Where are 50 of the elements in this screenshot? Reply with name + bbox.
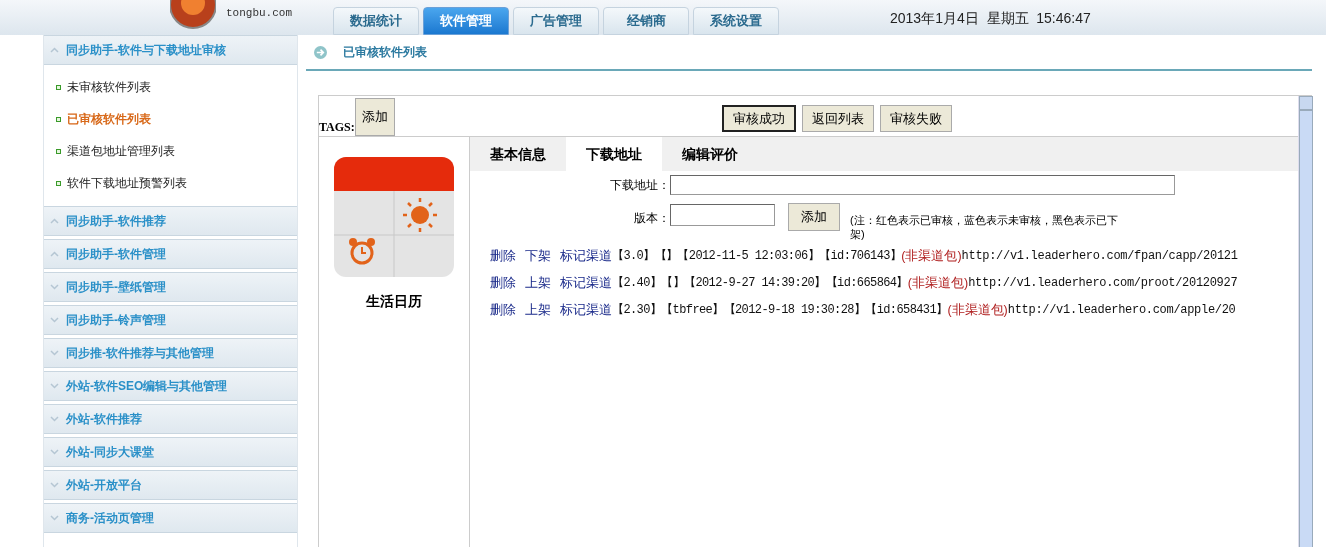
download-url: http://v1.leaderhero.com/proot/20120927 — [968, 275, 1238, 293]
download-url-field[interactable] — [670, 175, 1175, 195]
mark-channel-link[interactable]: 标记渠道 — [560, 247, 612, 266]
scroll-up-button[interactable] — [1298, 96, 1313, 110]
field-label: 版本： — [633, 210, 670, 227]
nav-tab[interactable]: 数据统计 — [333, 7, 419, 35]
bullet-icon — [56, 148, 61, 154]
toggle-link[interactable]: 上架 — [525, 273, 551, 293]
sidebar-link[interactable]: 渠道包地址管理列表 — [44, 135, 297, 167]
sidebar-link[interactable]: 软件下载地址预警列表 — [44, 167, 297, 199]
toggle-link[interactable]: 下架 — [525, 247, 551, 266]
note-text: (注：红色表示已审核，蓝色表示未审核，黑色表示已下架) — [850, 213, 1119, 241]
field-label: 下载地址： — [609, 177, 670, 194]
download-url: http://v1.leaderhero.com/fpan/capp/20121 — [961, 248, 1238, 266]
datetime: 2013年1月4日 星期五 15:46:47 — [890, 9, 1091, 28]
detail-tab[interactable]: 下载地址 — [566, 137, 662, 171]
delete-link[interactable]: 删除 — [490, 273, 516, 293]
delete-link[interactable]: 删除 — [490, 300, 516, 320]
version-field[interactable] — [670, 204, 775, 226]
download-url: http://v1.leaderhero.com/apple/20 — [1007, 301, 1236, 319]
channel-label: (非渠道包) — [901, 248, 962, 265]
delete-link[interactable]: 删除 — [490, 247, 516, 266]
app-name: 生活日历 — [366, 292, 422, 311]
channel-label: (非渠道包) — [907, 274, 969, 292]
channel-label: (非渠道包) — [947, 301, 1008, 319]
bullet-icon — [56, 180, 61, 186]
action-button[interactable]: 返回列表 — [801, 105, 874, 132]
sidebar-link[interactable]: 未审核软件列表 — [44, 71, 297, 103]
mark-channel-link[interactable]: 标记渠道 — [560, 273, 612, 293]
tags-label: TAGS: — [319, 119, 355, 136]
download-info: 【2.30】【tbfree】【2012-9-18 19:30:28】【id:658431】 — [612, 301, 948, 319]
nav-tab[interactable]: 广告管理 — [513, 7, 599, 35]
bullet-icon — [56, 116, 61, 122]
arrow-icon — [314, 45, 327, 59]
nav-tab[interactable]: 经销商 — [603, 7, 689, 35]
mark-channel-link[interactable]: 标记渠道 — [560, 300, 612, 320]
calendar-app-icon — [334, 157, 454, 277]
logo-icon — [170, 0, 216, 30]
sidebar-link[interactable]: 已审核软件列表 — [44, 103, 297, 135]
page-title: 已审核软件列表 — [343, 44, 427, 61]
download-info: 【3.0】【】【2012-11-5 12:03:06】【id:706143】 — [612, 248, 902, 266]
add-button[interactable]: 添加 — [788, 203, 840, 231]
download-info: 【2.40】【】【2012-9-27 14:39:20】【id:665864】 — [612, 275, 908, 293]
action-button[interactable]: 审核失败 — [879, 105, 952, 132]
bullet-icon — [56, 84, 61, 90]
nav-tab[interactable]: 系统设置 — [693, 7, 779, 35]
logo-domain: tongbu.com — [226, 5, 292, 21]
toggle-link[interactable]: 上架 — [525, 300, 551, 320]
add-tag-button[interactable]: 添加 — [354, 98, 395, 136]
action-button[interactable]: 审核成功 — [721, 105, 796, 132]
